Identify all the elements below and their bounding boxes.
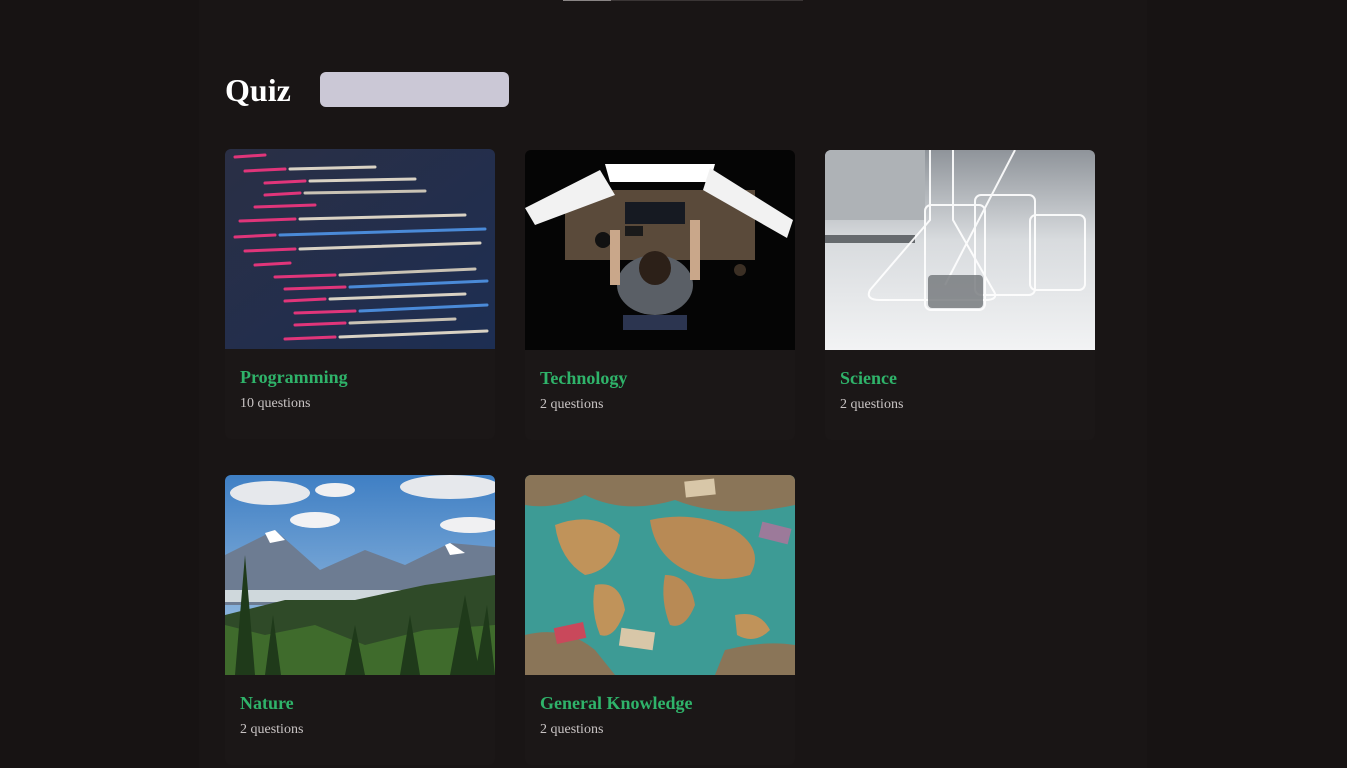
card-title: Programming bbox=[240, 367, 348, 387]
search-input[interactable] bbox=[320, 72, 509, 107]
card-question-count: 2 questions bbox=[540, 722, 604, 737]
page-title: Quiz bbox=[225, 72, 291, 108]
card-title: Technology bbox=[540, 368, 628, 388]
horizontal-scrollbar-thumb[interactable] bbox=[563, 0, 611, 1]
desk-monitors-image bbox=[525, 150, 795, 350]
quiz-card-science[interactable]: Science 2 questions bbox=[825, 150, 1095, 440]
code-screen-image bbox=[225, 149, 495, 349]
card-title: Nature bbox=[240, 693, 294, 713]
quiz-card-nature[interactable]: Nature 2 questions bbox=[225, 475, 495, 765]
quiz-card-technology[interactable]: Technology 2 questions bbox=[525, 150, 795, 440]
quiz-page: Quiz Programming 10 questions Technology… bbox=[0, 0, 1347, 768]
lab-glassware-image bbox=[825, 150, 1095, 350]
card-title: Science bbox=[840, 368, 897, 388]
card-question-count: 2 questions bbox=[540, 397, 604, 412]
card-question-count: 2 questions bbox=[240, 722, 304, 737]
quiz-card-general-knowledge[interactable]: General Knowledge 2 questions bbox=[525, 475, 795, 765]
card-question-count: 10 questions bbox=[240, 396, 311, 411]
quiz-card-programming[interactable]: Programming 10 questions bbox=[225, 149, 495, 439]
world-map-money-image bbox=[525, 475, 795, 675]
card-title: General Knowledge bbox=[540, 693, 693, 713]
mountain-valley-image bbox=[225, 475, 495, 675]
card-question-count: 2 questions bbox=[840, 397, 904, 412]
